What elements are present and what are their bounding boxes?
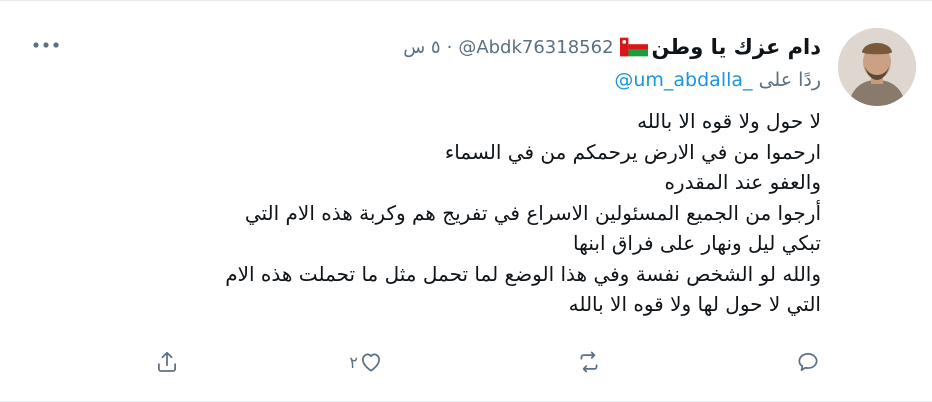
- more-options-button[interactable]: [30, 35, 62, 55]
- retweet-button[interactable]: [568, 344, 602, 380]
- retweet-icon: [580, 351, 598, 373]
- display-name[interactable]: دام عزك يا وطن: [652, 35, 821, 59]
- avatar-photo: [838, 28, 916, 106]
- tweet-text-line: تبكي ليل ونهار على فراق ابنها: [573, 231, 821, 255]
- tweet-text-line: التي لا حول لها ولا قوه الا بالله: [568, 292, 821, 316]
- share-icon: [158, 351, 176, 372]
- tweet-card[interactable]: دام عزك يا وطن @Abdk76318562 · ٥ س ردًا …: [0, 0, 932, 402]
- comment-icon: [798, 353, 818, 371]
- tweet-text-line: والعفو عند المقدره: [664, 170, 821, 194]
- more-horizontal-icon: [33, 42, 59, 48]
- tweet-header: دام عزك يا وطن @Abdk76318562 · ٥ س: [403, 32, 821, 62]
- share-button[interactable]: [146, 344, 180, 380]
- tweet-text-line: والله لو الشخص نفسة وفي هذا الوضع لما تح…: [225, 261, 821, 286]
- reply-to-link[interactable]: @um_abdalla_: [614, 69, 752, 91]
- heart-icon: [362, 353, 380, 372]
- user-handle[interactable]: @Abdk76318562: [458, 37, 613, 58]
- tweet-text: لا حول ولا قوه الا بالله ارحموا من في ال…: [16, 106, 821, 320]
- action-bar: ٢: [0, 344, 932, 380]
- avatar[interactable]: [838, 28, 916, 106]
- like-button[interactable]: ٢: [341, 344, 384, 380]
- tweet-text-line: ارحموا من في الارض يرحمكم من في السماء: [444, 139, 821, 164]
- reply-button[interactable]: [787, 344, 821, 380]
- like-count: ٢: [349, 352, 358, 372]
- timestamp[interactable]: ٥ س: [403, 37, 440, 58]
- oman-flag-icon: [619, 37, 648, 57]
- tweet-text-line: لا حول ولا قوه الا بالله: [637, 109, 821, 133]
- reply-context: ردًا على @um_abdalla_: [614, 69, 821, 91]
- reply-prefix: ردًا على: [758, 69, 821, 91]
- separator-dot: ·: [446, 36, 453, 58]
- tweet-text-line: أرجوا من الجميع المسئولين الاسراع في تفر…: [244, 200, 821, 225]
